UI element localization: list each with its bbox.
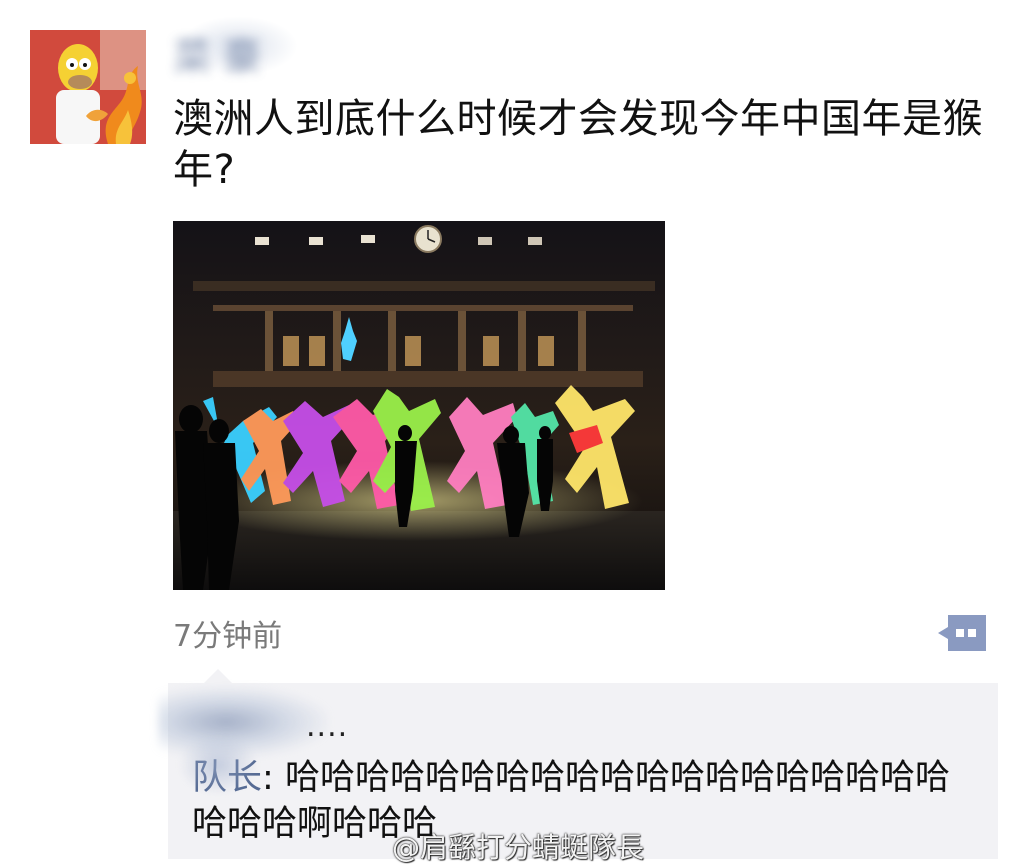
cartoon-avatar-icon [30,30,146,144]
moments-post: 菜 豪 澳洲人到底什么时候才会发现今年中国年是猴年? 7分钟前 ....: 哈… [0,0,1024,866]
post-timestamp: 7分钟前 [173,619,283,654]
comment-separator: : [262,758,285,798]
comments-pointer [204,669,232,683]
likes-ellipsis: .... [306,709,349,744]
post-text: 澳洲人到底什么时候才会发现今年中国年是猴年? [173,96,983,193]
likes-row: .... [158,687,368,757]
post-username[interactable]: 菜 豪 [173,26,303,79]
comment-action-button[interactable] [936,613,988,653]
comment-bubble-icon [938,615,986,651]
avatar[interactable] [30,30,146,144]
watermark: @肩繇打分蜻蜓隊長 [392,831,645,864]
post-photo[interactable] [173,221,665,590]
lantern-festival-photo [173,221,665,590]
comment-author-blur [178,735,258,795]
